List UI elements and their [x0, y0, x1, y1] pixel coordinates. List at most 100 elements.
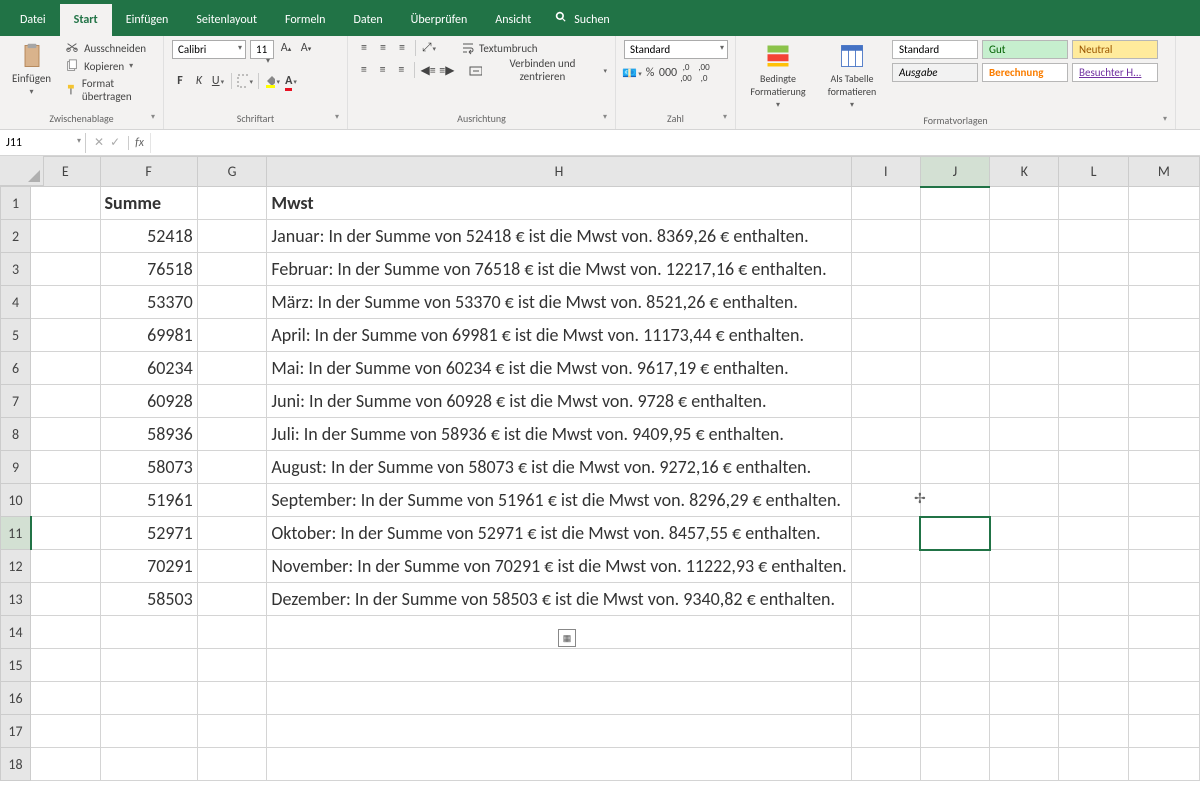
cell-F2[interactable]: 52418 [100, 220, 197, 253]
font-size-combo[interactable]: 11 [250, 40, 274, 59]
cell-F16[interactable] [100, 682, 197, 715]
search-box[interactable]: Suchen [545, 3, 619, 36]
cell-J16[interactable] [920, 682, 989, 715]
cell-K2[interactable] [990, 220, 1059, 253]
number-format-combo[interactable]: Standard [624, 40, 728, 59]
align-center-button[interactable]: ≡ [375, 62, 391, 78]
cell-I9[interactable] [851, 451, 920, 484]
cell-M13[interactable] [1128, 583, 1199, 616]
cell-L12[interactable] [1059, 550, 1128, 583]
cell-L6[interactable] [1059, 352, 1128, 385]
row-header-9[interactable]: 9 [1, 451, 31, 484]
row-header-1[interactable]: 1 [1, 187, 31, 220]
cell-E5[interactable] [31, 319, 101, 352]
cell-I8[interactable] [851, 418, 920, 451]
cell-F5[interactable]: 69981 [100, 319, 197, 352]
row-header-18[interactable]: 18 [1, 748, 31, 781]
cell-K8[interactable] [990, 418, 1059, 451]
cell-H17[interactable] [267, 715, 851, 748]
cell-J4[interactable] [920, 286, 989, 319]
cell-H7[interactable]: Juni: In der Summe von 60928 € ist die M… [267, 385, 851, 418]
cell-F18[interactable] [100, 748, 197, 781]
cell-H1[interactable]: Mwst [267, 187, 851, 220]
cell-M18[interactable] [1128, 748, 1199, 781]
cell-I15[interactable] [851, 649, 920, 682]
format-as-table-button[interactable]: Als Tabelle formatieren▾ [820, 40, 884, 112]
cell-I4[interactable] [851, 286, 920, 319]
underline-button[interactable]: U [210, 73, 226, 89]
cell-K7[interactable] [990, 385, 1059, 418]
cell-I6[interactable] [851, 352, 920, 385]
cell-L3[interactable] [1059, 253, 1128, 286]
cell-F8[interactable]: 58936 [100, 418, 197, 451]
cell-K16[interactable] [990, 682, 1059, 715]
cell-G17[interactable] [197, 715, 267, 748]
cell-J2[interactable] [920, 220, 989, 253]
row-header-17[interactable]: 17 [1, 715, 31, 748]
cell-G6[interactable] [197, 352, 267, 385]
tab-start[interactable]: Start [60, 4, 112, 36]
cell-L5[interactable] [1059, 319, 1128, 352]
col-header-H[interactable]: H [267, 157, 851, 187]
cell-E8[interactable] [31, 418, 101, 451]
cell-M1[interactable] [1128, 187, 1199, 220]
cell-I2[interactable] [851, 220, 920, 253]
cell-K17[interactable] [990, 715, 1059, 748]
style-gut[interactable]: Gut [982, 40, 1068, 59]
cell-E15[interactable] [31, 649, 101, 682]
fill-color-button[interactable] [264, 73, 280, 89]
cell-M14[interactable] [1128, 616, 1199, 649]
cell-F9[interactable]: 58073 [100, 451, 197, 484]
cell-F7[interactable]: 60928 [100, 385, 197, 418]
cell-K5[interactable] [990, 319, 1059, 352]
select-all-corner[interactable] [0, 156, 44, 186]
cell-H9[interactable]: August: In der Summe von 58073 € ist die… [267, 451, 851, 484]
cell-G7[interactable] [197, 385, 267, 418]
cell-E9[interactable] [31, 451, 101, 484]
cell-H13[interactable]: Dezember: In der Summe von 58503 € ist d… [267, 583, 851, 616]
align-middle-button[interactable]: ≡ [375, 40, 391, 56]
conditional-formatting-button[interactable]: Bedingte Formatierung▾ [744, 40, 812, 112]
cell-J14[interactable] [920, 616, 989, 649]
cell-L14[interactable] [1059, 616, 1128, 649]
cell-G15[interactable] [197, 649, 267, 682]
bold-button[interactable]: F [172, 73, 188, 89]
wrap-text-button[interactable]: Textumbruch [461, 40, 538, 56]
cell-M3[interactable] [1128, 253, 1199, 286]
cell-J7[interactable] [920, 385, 989, 418]
cell-E6[interactable] [31, 352, 101, 385]
cell-E10[interactable] [31, 484, 101, 517]
tab-ansicht[interactable]: Ansicht [481, 4, 545, 36]
cell-E16[interactable] [31, 682, 101, 715]
cell-I3[interactable] [851, 253, 920, 286]
cell-M6[interactable] [1128, 352, 1199, 385]
cell-K9[interactable] [990, 451, 1059, 484]
cell-H8[interactable]: Juli: In der Summe von 58936 € ist die M… [267, 418, 851, 451]
cell-J11[interactable] [920, 517, 989, 550]
cancel-formula-button[interactable]: ✕ [94, 135, 104, 150]
cell-L13[interactable] [1059, 583, 1128, 616]
cut-button[interactable]: Ausschneiden [63, 40, 155, 56]
row-header-15[interactable]: 15 [1, 649, 31, 682]
cell-G5[interactable] [197, 319, 267, 352]
cell-K14[interactable] [990, 616, 1059, 649]
cell-F6[interactable]: 60234 [100, 352, 197, 385]
cell-F13[interactable]: 58503 [100, 583, 197, 616]
cell-K13[interactable] [990, 583, 1059, 616]
cell-G11[interactable] [197, 517, 267, 550]
cell-I7[interactable] [851, 385, 920, 418]
cell-E2[interactable] [31, 220, 101, 253]
row-header-5[interactable]: 5 [1, 319, 31, 352]
font-name-combo[interactable]: Calibri [172, 40, 246, 59]
cell-L17[interactable] [1059, 715, 1128, 748]
paste-button[interactable]: Einfügen ▾ [8, 40, 55, 99]
cell-L15[interactable] [1059, 649, 1128, 682]
style-standard[interactable]: Standard [892, 40, 978, 59]
accept-formula-button[interactable]: ✓ [110, 135, 120, 150]
cell-M4[interactable] [1128, 286, 1199, 319]
cell-K3[interactable] [990, 253, 1059, 286]
copy-button[interactable]: Kopieren ▾ [63, 58, 155, 74]
cell-G3[interactable] [197, 253, 267, 286]
cell-H6[interactable]: Mai: In der Summe von 60234 € ist die Mw… [267, 352, 851, 385]
cell-L2[interactable] [1059, 220, 1128, 253]
